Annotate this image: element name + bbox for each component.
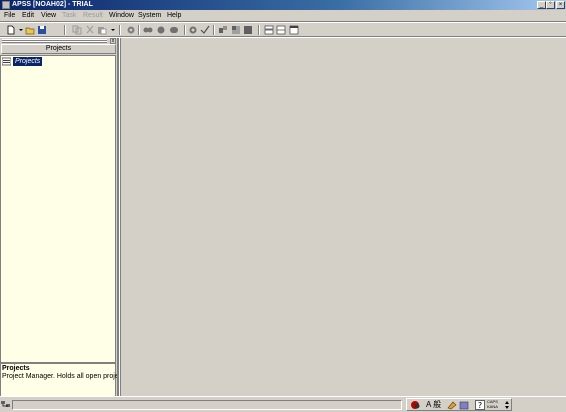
menu-result[interactable]: Result	[83, 11, 103, 20]
menu-bar: File Edit View Task Result Window System…	[0, 10, 566, 21]
new-file-icon[interactable]	[6, 25, 16, 35]
grid-icon[interactable]	[231, 25, 241, 35]
menu-task[interactable]: Task	[62, 11, 76, 20]
save-icon[interactable]	[37, 25, 47, 35]
paste-icon[interactable]	[97, 25, 107, 35]
title-bar: APSS [NOAH02] - TRIAL _ ° ×	[0, 0, 566, 10]
description-text: Project Manager. Holds all open projects…	[2, 373, 130, 380]
toolbar	[0, 23, 566, 37]
panel-header: Projects	[1, 44, 116, 54]
menu-file[interactable]: File	[4, 11, 15, 20]
toolbar-separator	[119, 25, 121, 35]
ime-tools-icon[interactable]	[447, 400, 457, 410]
minimize-button[interactable]: _	[537, 1, 546, 9]
paste-dropdown-icon[interactable]	[108, 25, 115, 35]
toolbar-separator	[184, 25, 186, 35]
toolbar-separator	[213, 25, 215, 35]
network-icon	[1, 400, 10, 409]
project-tree[interactable]: Projects	[0, 55, 116, 363]
cut-icon[interactable]	[85, 25, 95, 35]
settings-gear-icon[interactable]	[126, 25, 136, 35]
open-folder-icon[interactable]	[25, 25, 35, 35]
toolbar-separator	[258, 25, 260, 35]
menu-system[interactable]: System	[138, 11, 161, 20]
menu-help[interactable]: Help	[167, 11, 181, 20]
window-title: APSS [NOAH02] - TRIAL	[12, 1, 93, 8]
ime-red-icon[interactable]	[410, 400, 421, 410]
toolbar-separator	[64, 25, 66, 35]
help-icon[interactable]: ?	[475, 400, 485, 410]
description-title: Projects	[2, 365, 30, 372]
new-dropdown-icon[interactable]	[16, 25, 23, 35]
ime-toolbar: A 般 ? CAPS KANA	[406, 398, 512, 411]
app-icon[interactable]	[2, 1, 10, 9]
tile-vertical-icon[interactable]	[276, 25, 286, 35]
link-forward-icon[interactable]	[169, 25, 179, 35]
tile-horizontal-icon[interactable]	[264, 25, 274, 35]
cascade-icon[interactable]	[289, 25, 299, 35]
project-panel: x Projects Projects Projects Project Man…	[0, 38, 130, 398]
close-button[interactable]: ×	[556, 1, 565, 9]
copy-icon[interactable]	[72, 25, 82, 35]
menu-window[interactable]: Window	[109, 11, 134, 20]
description-box: Projects Project Manager. Holds all open…	[0, 363, 130, 397]
ime-input-mode[interactable]: A 般	[426, 400, 441, 410]
link-back-icon[interactable]	[143, 25, 153, 35]
toolbar-separator	[138, 25, 140, 35]
status-text-field	[12, 400, 402, 410]
ime-scroll-icon[interactable]	[504, 400, 510, 410]
svg-text:?: ?	[478, 401, 482, 410]
projects-folder-icon	[1, 57, 12, 66]
menu-edit[interactable]: Edit	[22, 11, 34, 20]
check-icon[interactable]	[200, 25, 210, 35]
config-icon[interactable]	[188, 25, 198, 35]
link-icon[interactable]	[156, 25, 166, 35]
stop-icon[interactable]	[243, 25, 253, 35]
ime-dictionary-icon[interactable]	[459, 400, 469, 410]
restore-button[interactable]: °	[546, 1, 555, 9]
status-bar: A 般 ? CAPS KANA	[0, 396, 566, 412]
kana-indicator: KANA	[487, 404, 498, 409]
run-icon[interactable]	[218, 25, 228, 35]
menu-view[interactable]: View	[41, 11, 56, 20]
tree-item-label: Projects	[13, 57, 43, 66]
workspace-area[interactable]	[120, 38, 565, 398]
